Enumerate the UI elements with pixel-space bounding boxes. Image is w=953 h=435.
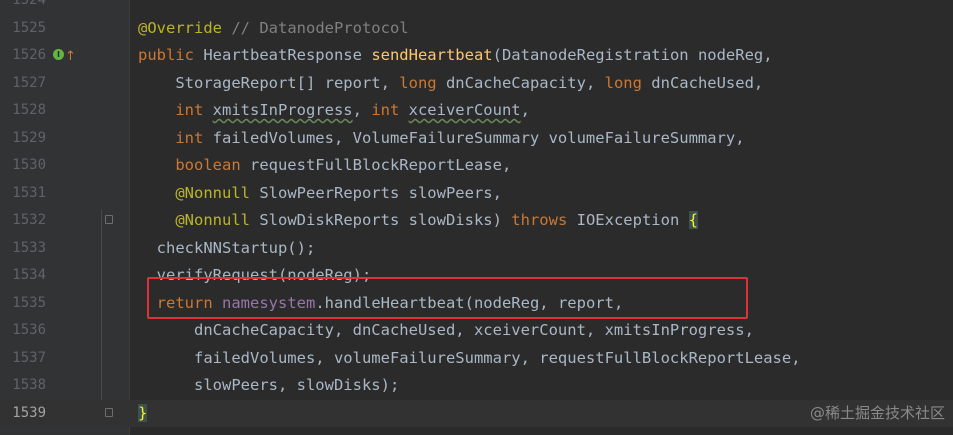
code-token: xceiverCount [408,101,521,119]
code-token: xmitsInProgress [212,101,353,119]
line-number: 1531 [12,184,46,201]
fold-marker-icon[interactable] [105,407,113,417]
code-text: @Override // DatanodeProtocol [138,15,409,43]
line-number: 1534 [12,267,46,283]
fold-marker-icon[interactable] [105,215,113,224]
code-text: int failedVolumes, VolumeFailureSummary … [138,125,745,153]
code-token: int [371,101,409,119]
code-token: boolean [175,156,250,174]
code-line[interactable]: 1530 boolean requestFullBlockReportLease… [0,152,953,180]
code-token: // DatanodeProtocol [222,18,409,37]
code-line[interactable]: 1538 slowPeers, slowDisks); [0,372,953,400]
code-line[interactable]: 1527 StorageReport[] report, long dnCach… [0,70,953,98]
highlight-box [147,277,748,319]
code-text: slowPeers, slowDisks); [138,372,399,400]
code-token: dnCacheCapacity, [445,73,605,92]
code-text: int xmitsInProgress, int xceiverCount, [138,97,530,125]
watermark: @稀土掘金技术社区 [809,404,945,422]
code-text: checkNNStartup(); [138,235,316,263]
line-number: 1524 [12,0,46,8]
code-token: , [520,101,530,119]
code-token: IOException [576,211,689,229]
code-line[interactable]: 1532 @Nonnull SlowDiskReports slowDisks)… [0,207,953,235]
line-number: 1538 [12,377,46,393]
code-text: public HeartbeatResponse sendHeartbeat(D… [138,42,773,70]
code-token: { [688,211,698,229]
code-token: requestFullBlockReportLease, [249,156,512,174]
code-text: failedVolumes, volumeFailureSummary, req… [138,345,801,373]
line-number: 1536 [12,322,46,338]
code-text: StorageReport[] report, long dnCacheCapa… [138,70,763,98]
line-number: 1535 [12,294,46,311]
line-number: 1533 [12,239,46,256]
line-number: 1539 [12,404,46,421]
line-number: 1530 [12,157,46,173]
line-number: 1525 [12,19,46,36]
code-token: slowPeers, slowDisks); [138,376,400,394]
code-token: } [138,403,148,422]
code-line[interactable]: 1528 int xmitsInProgress, int xceiverCou… [0,97,953,125]
code-token: long [399,73,446,92]
code-line[interactable]: 1524 [0,0,953,15]
code-token: public [138,46,204,64]
line-number: 1529 [12,129,46,146]
code-line[interactable]: 1537 failedVolumes, volumeFailureSummary… [0,345,953,373]
code-token: dnCacheUsed, [651,73,764,92]
code-token: sendHeartbeat [371,46,493,64]
code-token: dnCacheCapacity, dnCacheUsed, xceiverCou… [138,321,754,339]
code-line[interactable]: 1525 @Override // DatanodeProtocol [0,15,953,43]
code-token: HeartbeatResponse [203,46,372,64]
code-token: @Nonnull [175,183,260,202]
code-token: failedVolumes, volumeFailureSummary, req… [138,348,801,367]
code-token: throws [511,211,577,229]
code-token: int [175,128,213,147]
line-number: 1528 [12,102,46,118]
code-token: int [175,101,213,119]
code-text: boolean requestFullBlockReportLease, [138,152,511,180]
code-token: long [604,73,652,92]
code-token: StorageReport[] report, [138,73,400,92]
code-text: @Nonnull SlowDiskReports slowDisks) thro… [138,207,698,235]
code-editor[interactable]: 1524 1525 @Override // DatanodeProtocol 152… [0,0,953,435]
code-line[interactable]: 1529 int failedVolumes, VolumeFailureSum… [0,125,953,153]
code-token: , [352,101,372,119]
code-line[interactable]: 1536 dnCacheCapacity, dnCacheUsed, xceiv… [0,317,953,345]
code-token: @Nonnull [175,211,260,229]
code-token: (DatanodeRegistration nodeReg, [492,46,773,64]
code-text: dnCacheCapacity, dnCacheUsed, xceiverCou… [138,317,754,345]
code-token: SlowPeerReports slowPeers, [259,183,502,202]
code-line[interactable]: 1531 @Nonnull SlowPeerReports slowPeers, [0,180,953,208]
code-line[interactable]: 1526 I ↑ public HeartbeatResponse sendHeart… [0,42,953,70]
code-token: @Override [138,18,222,37]
code-token: failedVolumes, VolumeFailureSummary volu… [212,128,745,147]
code-text: } [138,400,148,428]
line-number: 1532 [12,212,46,228]
line-number: 1537 [12,349,46,366]
implements-method-icon[interactable]: I [53,49,64,60]
code-text: @Nonnull SlowPeerReports slowPeers, [138,180,502,208]
code-token: checkNNStartup(); [138,238,316,257]
line-number: 1527 [12,74,46,91]
code-line[interactable]: 1533 checkNNStartup(); [0,235,953,263]
override-up-arrow-icon[interactable]: ↑ [65,43,76,71]
line-number: 1526 [12,47,46,63]
code-token: SlowDiskReports slowDisks) [259,211,512,229]
